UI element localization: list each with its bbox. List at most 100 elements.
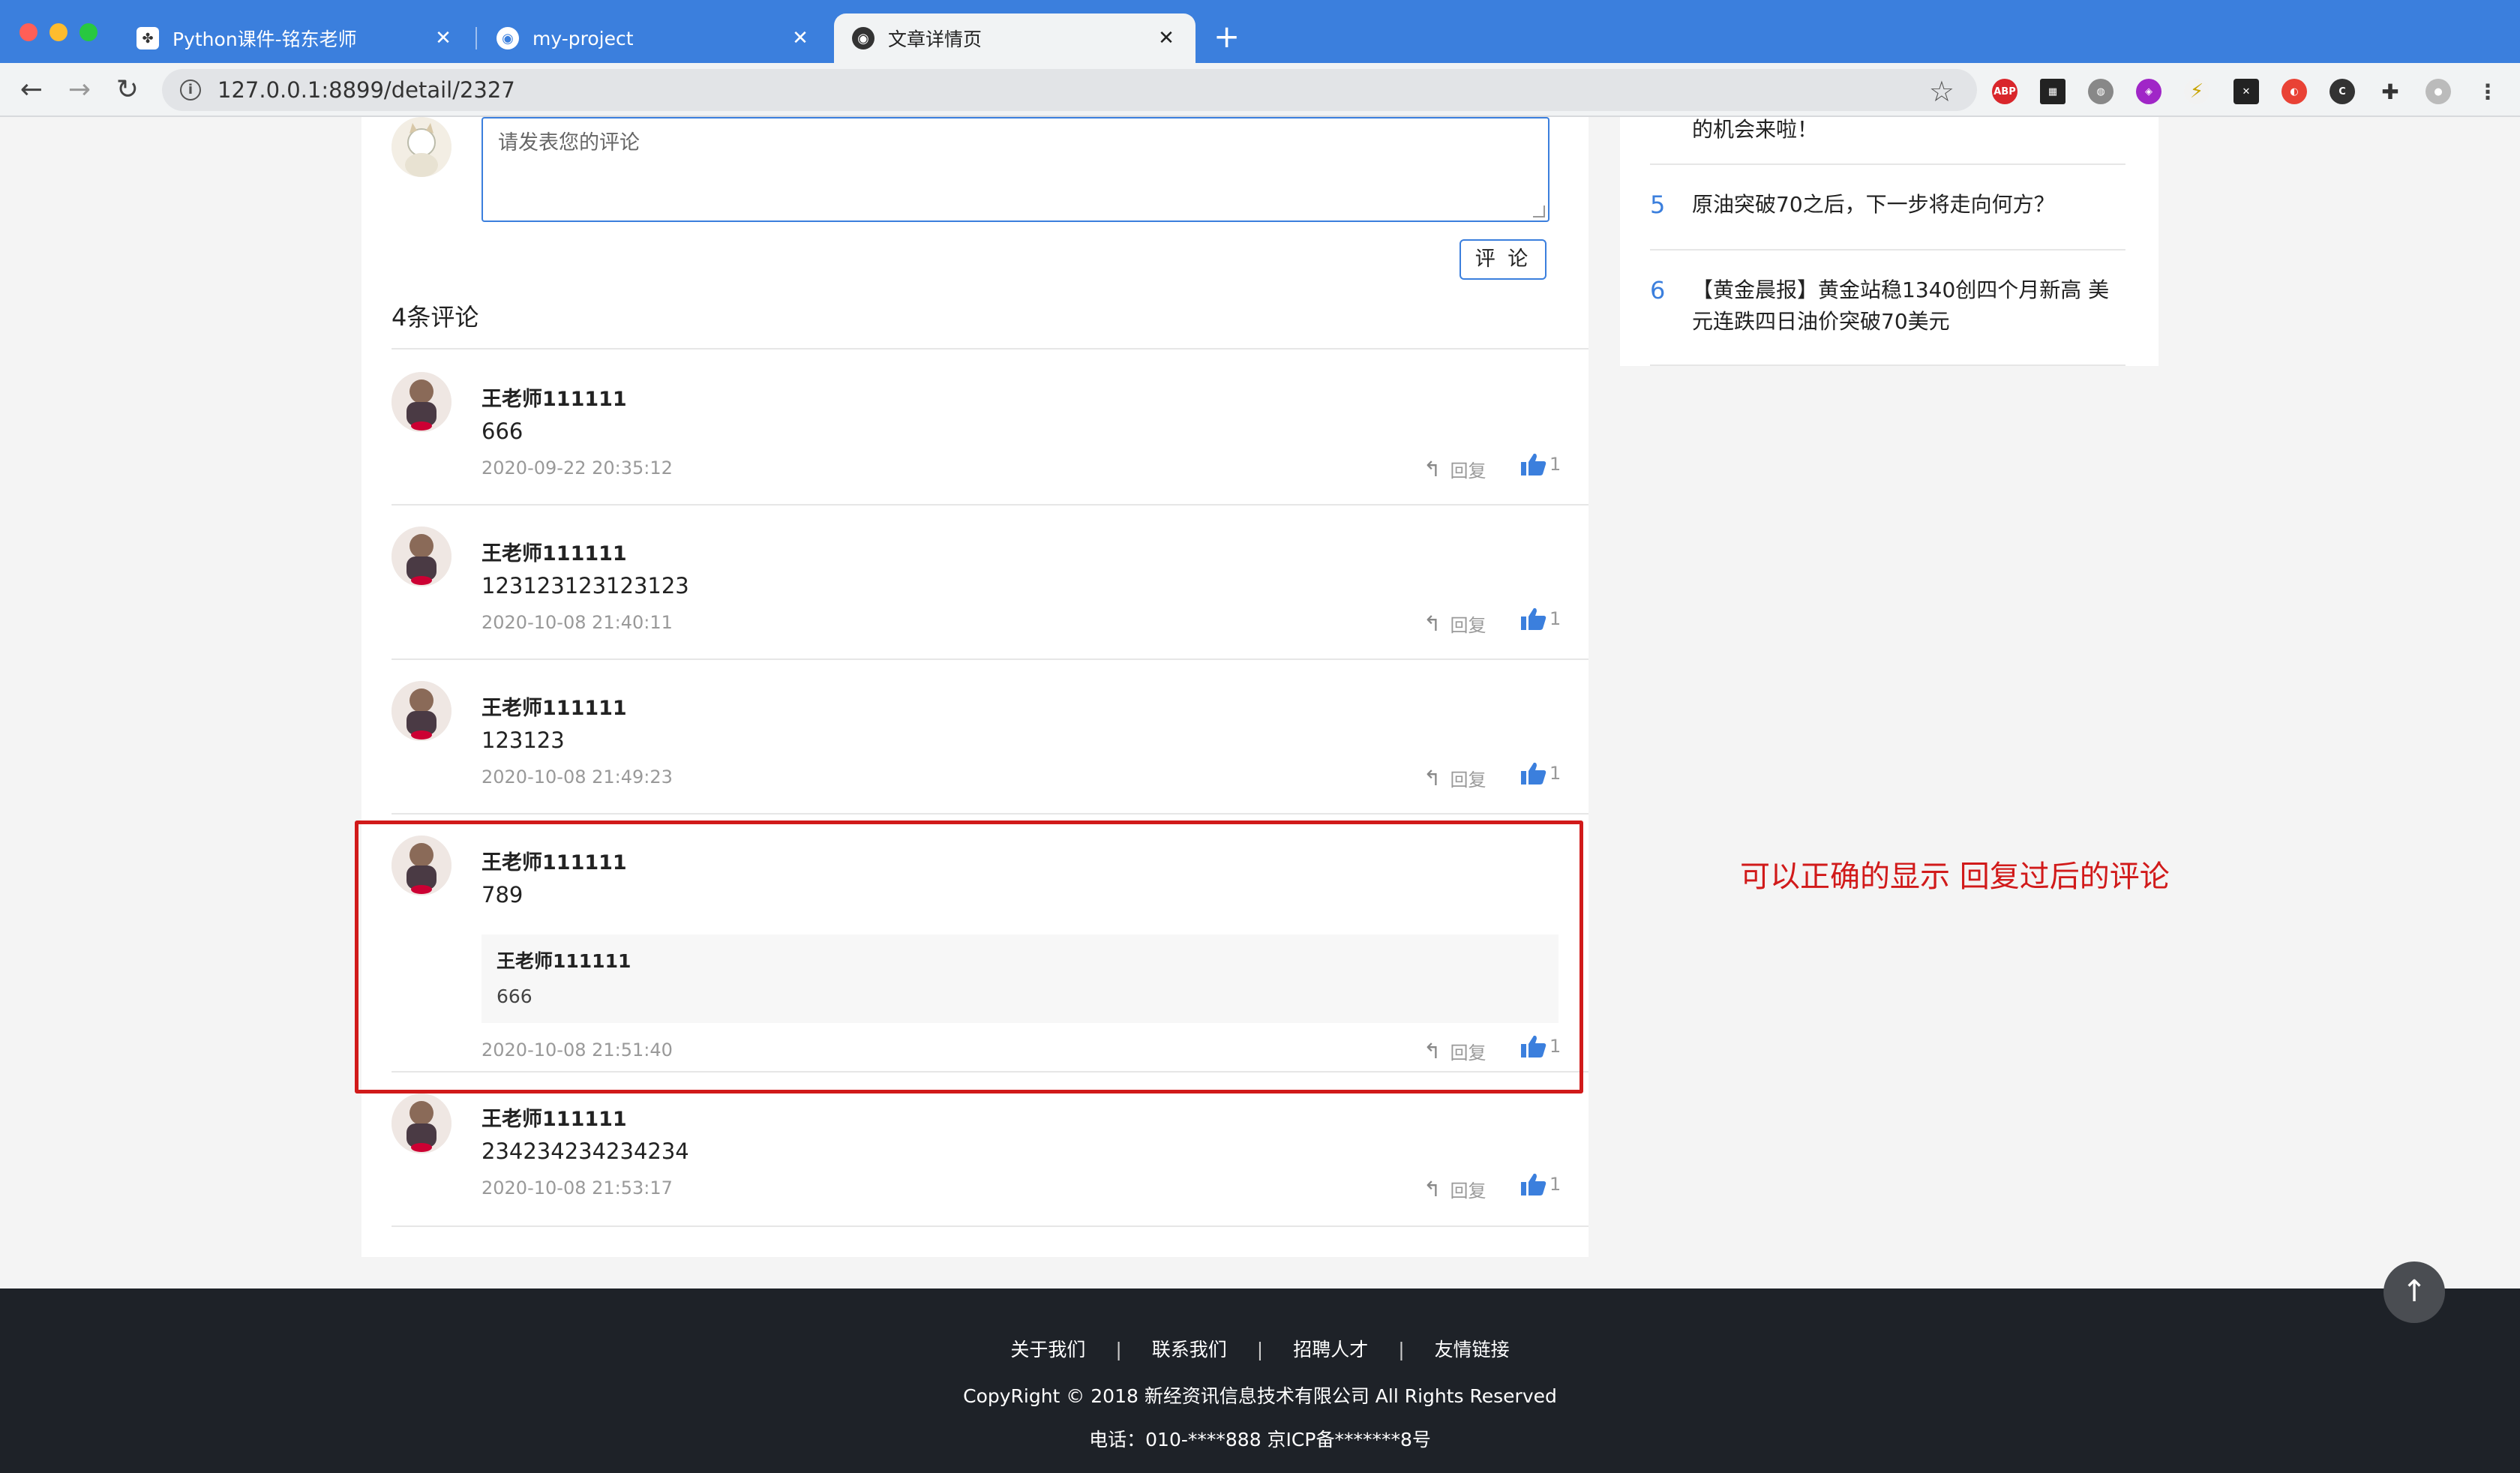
like-button[interactable]: 1 bbox=[1521, 762, 1561, 784]
avatar-monkey-icon bbox=[392, 681, 452, 741]
puzzle-icon[interactable]: ✚ bbox=[2378, 79, 2403, 104]
translate-icon[interactable]: ◐ bbox=[2282, 79, 2307, 104]
rank-item[interactable]: 6 【黄金晨报】黄金站稳1340创四个月新高 美元连跌四日油价突破70美元 bbox=[1650, 274, 2126, 338]
python-favicon-icon: ✤ bbox=[136, 27, 159, 50]
url-text[interactable]: 127.0.0.1:8899/detail/2327 bbox=[218, 77, 515, 103]
info-icon[interactable]: i bbox=[180, 80, 201, 100]
rank-item[interactable]: 5 原油突破70之后，下一步将走向何方？ bbox=[1650, 189, 2126, 220]
like-button[interactable]: 1 bbox=[1521, 1173, 1561, 1196]
divider bbox=[392, 348, 1588, 350]
globe-extension-icon[interactable]: ◍ bbox=[2088, 79, 2114, 104]
browser-toolbar: ← → ↻ i 127.0.0.1:8899/detail/2327 ☆ ABP… bbox=[0, 63, 2520, 117]
comment-author: 王老师111111 bbox=[482, 388, 627, 411]
comment-placeholder: 请发表您的评论 bbox=[498, 131, 640, 154]
comment-content: 234234234234234 bbox=[482, 1138, 689, 1164]
reply-button[interactable]: ↰ 回复 bbox=[1424, 610, 1486, 637]
minimize-window-button[interactable] bbox=[50, 23, 68, 41]
back-to-top-button[interactable]: ↑ bbox=[2384, 1262, 2445, 1323]
x-extension-icon[interactable]: ✕ bbox=[2234, 79, 2259, 104]
comment-time: 2020-09-22 20:35:12 bbox=[482, 458, 673, 478]
footer-link-contact[interactable]: 联系我们 bbox=[1137, 1335, 1242, 1362]
like-count: 1 bbox=[1550, 763, 1562, 784]
reply-button[interactable]: ↰ 回复 bbox=[1424, 1176, 1486, 1202]
annotation-note: 可以正确的显示 回复过后的评论 bbox=[1740, 860, 2170, 894]
thumbs-up-icon bbox=[1521, 608, 1546, 630]
avatar-monkey-icon bbox=[392, 526, 452, 586]
divider bbox=[392, 658, 1588, 660]
footer-copyright: CopyRight © 2018 新经资讯信息技术有限公司 All Rights… bbox=[963, 1385, 1557, 1407]
like-button[interactable]: 1 bbox=[1521, 453, 1561, 476]
comment-avatar bbox=[392, 372, 452, 432]
comment-avatar bbox=[392, 526, 452, 586]
footer-separator: | bbox=[1398, 1339, 1405, 1360]
rank-item-title: 原油突破70之后，下一步将走向何方？ bbox=[1692, 192, 2055, 217]
back-button[interactable]: ← bbox=[14, 72, 50, 108]
lightning-icon[interactable]: ⚡ bbox=[2184, 79, 2210, 104]
tab-article-detail[interactable]: ◉ 文章详情页 ✕ bbox=[834, 14, 1196, 63]
footer-link-friends[interactable]: 友情链接 bbox=[1420, 1335, 1525, 1362]
news-rank-card: 的机会来啦！ 5 原油突破70之后，下一步将走向何方？ 6 【黄金晨报】黄金站稳… bbox=[1620, 117, 2158, 366]
comment-textarea[interactable]: 请发表您的评论 bbox=[482, 117, 1550, 222]
reply-arrow-icon: ↰ bbox=[1424, 766, 1442, 790]
comment-time: 2020-10-08 21:53:17 bbox=[482, 1178, 673, 1198]
comment-item: 王老师111111 666 2020-09-22 20:35:12 ↰ 回复 1 bbox=[362, 372, 1588, 516]
reply-arrow-icon: ↰ bbox=[1424, 611, 1442, 636]
avatar-monkey-icon bbox=[392, 372, 452, 432]
site-footer: 关于我们 | 联系我们 | 招聘人才 | 友情链接 CopyRight © 2018 新经资… bbox=[0, 1288, 2520, 1473]
avatar-monkey-icon bbox=[392, 1094, 452, 1154]
footer-contact: 电话：010-****888 京ICP备*******8号 bbox=[1089, 1429, 1431, 1450]
address-bar[interactable]: i 127.0.0.1:8899/detail/2327 ☆ bbox=[162, 69, 1977, 111]
close-icon[interactable]: ✕ bbox=[789, 27, 812, 50]
comment-author: 王老师111111 bbox=[482, 542, 627, 566]
new-tab-button[interactable]: + bbox=[1214, 18, 1240, 56]
purple-extension-icon[interactable]: ◈ bbox=[2136, 79, 2162, 104]
rank-item[interactable]: 的机会来啦！ bbox=[1650, 114, 2126, 144]
divider bbox=[1650, 249, 2126, 250]
menu-kebab-icon[interactable]: ⋮ bbox=[2475, 79, 2500, 104]
reload-button[interactable]: ↻ bbox=[110, 72, 146, 108]
close-icon[interactable]: ✕ bbox=[432, 27, 454, 50]
rank-number: 5 bbox=[1650, 190, 1666, 219]
reply-arrow-icon: ↰ bbox=[1424, 1177, 1442, 1202]
comment-author: 王老师111111 bbox=[482, 1108, 627, 1131]
reply-button[interactable]: ↰ 回复 bbox=[1424, 456, 1486, 482]
qr-code-icon[interactable]: ▦ bbox=[2040, 79, 2066, 104]
reply-button[interactable]: ↰ 回复 bbox=[1424, 765, 1486, 791]
footer-separator: | bbox=[1256, 1339, 1264, 1360]
comment-count: 4条评论 bbox=[392, 303, 479, 332]
close-window-button[interactable] bbox=[20, 23, 38, 41]
forward-button[interactable]: → bbox=[62, 72, 98, 108]
annotation-highlight-box bbox=[355, 820, 1583, 1094]
divider bbox=[1650, 364, 2126, 366]
thumbs-up-icon bbox=[1521, 453, 1546, 476]
rank-item-title: 【黄金晨报】黄金站稳1340创四个月新高 美元连跌四日油价突破70美元 bbox=[1692, 278, 2110, 334]
tab-title: my-project bbox=[532, 27, 634, 50]
like-count: 1 bbox=[1550, 454, 1562, 475]
close-icon[interactable]: ✕ bbox=[1155, 27, 1178, 50]
thumbs-up-icon bbox=[1521, 762, 1546, 784]
like-count: 1 bbox=[1550, 1174, 1562, 1195]
like-button[interactable]: 1 bbox=[1521, 608, 1561, 630]
footer-link-jobs[interactable]: 招聘人才 bbox=[1278, 1335, 1383, 1362]
comment-item: 王老师111111 123123123123123 2020-10-08 21:… bbox=[362, 526, 1588, 670]
globe-icon: ◉ bbox=[496, 27, 519, 50]
bookmark-star-icon[interactable]: ☆ bbox=[1929, 75, 1954, 108]
footer-separator: | bbox=[1115, 1339, 1122, 1360]
adblock-plus-icon[interactable]: ABP bbox=[1992, 79, 2018, 104]
profile-avatar-icon[interactable]: ● bbox=[2426, 79, 2451, 104]
tab-separator bbox=[476, 27, 477, 50]
footer-link-about[interactable]: 关于我们 bbox=[995, 1335, 1100, 1362]
reply-arrow-icon: ↰ bbox=[1424, 457, 1442, 482]
tab-python-course[interactable]: ✤ Python课件-铭东老师 ✕ bbox=[118, 14, 472, 63]
tab-bar: ✤ Python课件-铭东老师 ✕ ◉ my-project ✕ ◉ 文章详情页… bbox=[0, 0, 2520, 63]
tab-my-project[interactable]: ◉ my-project ✕ bbox=[478, 14, 830, 63]
maximize-window-button[interactable] bbox=[80, 23, 98, 41]
c-extension-icon[interactable]: C bbox=[2330, 79, 2355, 104]
comment-item: 王老师111111 123123 2020-10-08 21:49:23 ↰ 回复… bbox=[362, 681, 1588, 825]
comment-avatar bbox=[392, 1094, 452, 1154]
divider bbox=[392, 1226, 1588, 1227]
submit-comment-button[interactable]: 评 论 bbox=[1460, 239, 1546, 280]
comment-item: 王老师111111 234234234234234 2020-10-08 21:… bbox=[362, 1094, 1588, 1238]
comment-content: 123123123123123 bbox=[482, 573, 689, 598]
resize-grip-icon[interactable] bbox=[1533, 206, 1545, 218]
